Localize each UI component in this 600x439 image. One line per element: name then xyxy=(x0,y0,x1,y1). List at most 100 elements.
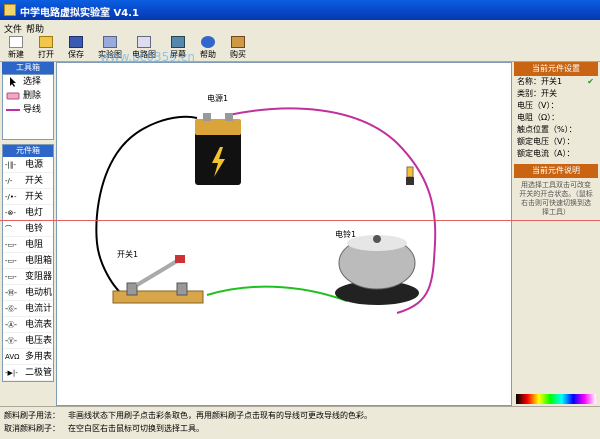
title-bar: 中学电路虚拟实验室 V4.1 河东软件园 xyxy=(0,0,600,45)
part-symbol-icon: -/•- xyxy=(5,193,17,201)
prop-name[interactable]: 名称：开关1 ✔ xyxy=(514,76,598,88)
circuit-drawing xyxy=(95,107,437,314)
battery[interactable] xyxy=(195,113,241,185)
part-label: 电阻 xyxy=(25,240,44,250)
part-label: 电压表 xyxy=(25,336,53,346)
wire-green xyxy=(206,285,348,302)
toolbar: 新建 打开 保存 实验图 电路图 屏幕 帮助 购买 www.pc0359.cn xyxy=(0,34,600,64)
part-symbol-icon: AVΩ xyxy=(5,353,20,361)
part-item[interactable]: -Ⓥ- 电压表 xyxy=(3,333,53,349)
experiment-icon xyxy=(103,36,117,48)
battery-label: 电源1 xyxy=(207,94,229,103)
window-title: 中学电路虚拟实验室 V4.1 xyxy=(20,8,139,19)
status-brush-cancel: 取消颜料刷子： 在空白区右击鼠标可切换到选择工具。 xyxy=(4,424,204,433)
prop-voltage[interactable]: 电压（V）： xyxy=(514,100,598,112)
part-label: 电阻箱 xyxy=(25,256,53,266)
switch-label: 开关1 xyxy=(117,250,139,259)
wire-magenta xyxy=(228,107,437,314)
divider-line xyxy=(0,220,600,221)
wire-black xyxy=(95,115,198,299)
toolbox: 选择 删除 导线 xyxy=(2,74,54,140)
prop-rated-current[interactable]: 额定电流（A）： xyxy=(514,148,598,160)
folder-icon xyxy=(39,36,53,48)
part-symbol-icon: -Ⓖ- xyxy=(5,305,18,313)
open-button[interactable]: 打开 xyxy=(32,36,60,60)
part-symbol-icon: -Ⓐ- xyxy=(5,321,18,329)
right-panel: 当前元件设置 名称：开关1 ✔ 类别：开关 电压（V）： 电阻（Ω）： 触点位置… xyxy=(514,62,598,406)
part-symbol-icon: -Ⓥ- xyxy=(5,337,18,345)
part-item[interactable]: -/•- 开关 xyxy=(3,189,53,205)
part-symbol-icon: -▭- xyxy=(5,241,17,249)
part-symbol-icon: -Ⓜ- xyxy=(5,289,18,297)
tool-delete[interactable]: 删除 xyxy=(3,89,53,103)
prop-resistance[interactable]: 电阻（Ω）： xyxy=(514,112,598,124)
part-item[interactable]: -Ⓖ- 电流计 xyxy=(3,301,53,317)
part-item[interactable]: -|‖- 电源 xyxy=(3,157,53,173)
cursor-arrow-icon xyxy=(10,77,16,87)
part-item[interactable]: AVΩ 多用表 xyxy=(3,349,53,365)
prop-rated-voltage[interactable]: 额定电压（V）： xyxy=(514,136,598,148)
part-item[interactable]: -Ⓜ- 电动机 xyxy=(3,285,53,301)
properties-title: 当前元件设置 xyxy=(514,62,598,76)
left-panel: 工具箱 选择 删除 导线 元件箱 -|‖- 电源 -/- 开关 -/•- 开关 -⊗- 电灯 ⌒… xyxy=(2,62,54,402)
part-symbol-icon: -▭- xyxy=(5,257,17,265)
parts-title: 元件箱 xyxy=(3,145,53,157)
part-label: 电源 xyxy=(25,160,44,170)
save-icon xyxy=(69,36,83,48)
part-item[interactable]: -Ⓐ- 电流表 xyxy=(3,317,53,333)
part-label: 电流计 xyxy=(25,304,53,314)
toolbox-title: 工具箱 xyxy=(2,62,54,74)
eraser-icon xyxy=(6,92,20,100)
part-item[interactable]: -⊗- 电灯 xyxy=(3,205,53,221)
circuit-canvas[interactable]: 电源1 开关1 电铃1 xyxy=(56,62,512,406)
part-label: 变阻器 xyxy=(25,272,53,282)
circuit-icon xyxy=(137,36,151,48)
help-button[interactable]: 帮助 xyxy=(194,36,222,60)
part-symbol-icon: ⌒ xyxy=(5,225,12,233)
app-icon xyxy=(4,4,16,16)
tool-select[interactable]: 选择 xyxy=(3,75,53,89)
help-icon xyxy=(201,36,215,48)
monitor-icon xyxy=(171,36,185,48)
part-symbol-icon: -/- xyxy=(5,177,13,185)
electric-bell[interactable] xyxy=(335,235,419,305)
buy-button[interactable]: 购买 xyxy=(224,36,252,60)
save-button[interactable]: 保存 xyxy=(62,36,90,60)
part-label: 多用表 xyxy=(25,352,53,362)
part-symbol-icon: -▶|- xyxy=(5,369,18,377)
part-label: 电流表 xyxy=(25,320,53,330)
bell-label: 电铃1 xyxy=(335,230,357,239)
description-title: 当前元件说明 xyxy=(514,164,598,178)
part-item[interactable]: -▭- 变阻器 xyxy=(3,269,53,285)
paint-brush-icon xyxy=(406,166,414,185)
new-file-icon xyxy=(9,36,23,48)
menu-bar: 文件 帮助 xyxy=(0,20,600,35)
knife-switch[interactable] xyxy=(112,255,204,304)
status-bar: 颜料刷子用法： 非画线状态下用刷子点击彩条取色，再用颜料刷子点击现有的导线可更改… xyxy=(0,406,600,439)
prop-type: 类别：开关 xyxy=(517,89,557,98)
part-label: 开关 xyxy=(25,192,44,202)
part-item[interactable]: -/- 开关 xyxy=(3,173,53,189)
part-symbol-icon: -|‖- xyxy=(5,161,16,169)
part-item[interactable]: -▭- 电阻 xyxy=(3,237,53,253)
part-label: 电铃 xyxy=(25,224,44,234)
description-text: 用选择工具双击可改变开关的开合状态。（鼠标右击则可快速切换到选择工具） xyxy=(519,181,593,216)
new-button[interactable]: 新建 xyxy=(2,36,30,60)
part-label: 二极管 xyxy=(25,368,53,378)
wire-icon xyxy=(6,109,20,111)
part-symbol-icon: -⊗- xyxy=(5,209,16,217)
cart-icon xyxy=(231,36,245,48)
tool-wire[interactable]: 导线 xyxy=(3,103,53,117)
part-symbol-icon: -▭- xyxy=(5,273,17,281)
part-label: 开关 xyxy=(25,176,44,186)
part-label: 电灯 xyxy=(25,208,44,218)
color-palette[interactable] xyxy=(516,394,596,404)
check-icon: ✔ xyxy=(587,77,594,86)
part-label: 电动机 xyxy=(25,288,53,298)
status-brush-usage: 颜料刷子用法： 非画线状态下用刷子点击彩条取色，再用颜料刷子点击现有的导线可更改… xyxy=(4,411,372,420)
part-item[interactable]: -▭- 电阻箱 xyxy=(3,253,53,269)
prop-contact[interactable]: 触点位置（%）： xyxy=(514,124,598,136)
part-item[interactable]: -▶|- 二极管 xyxy=(3,365,53,381)
part-item[interactable]: ⌒ 电铃 xyxy=(3,221,53,237)
parts-box: 元件箱 -|‖- 电源 -/- 开关 -/•- 开关 -⊗- 电灯 ⌒ 电铃 -▭- 电阻 -▭- 电阻箱… xyxy=(2,144,54,382)
